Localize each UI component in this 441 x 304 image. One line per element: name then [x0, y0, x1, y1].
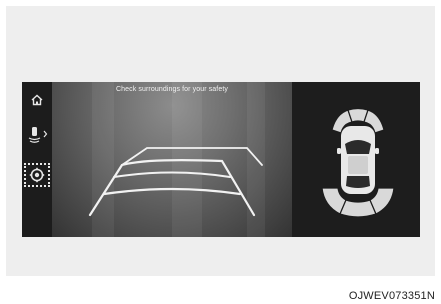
guide-near-line: [113, 171, 231, 178]
rear-camera-view: Check surroundings for your safety: [52, 82, 292, 237]
parking-sensor-display: [321, 107, 395, 218]
car-icon: [337, 126, 379, 194]
infotainment-screen: Check surroundings for your safety: [22, 82, 420, 237]
home-icon: [31, 94, 43, 106]
parking-sensor-button[interactable]: [24, 122, 50, 146]
camera-settings-button[interactable]: [24, 163, 50, 187]
guide-middle-line: [102, 187, 242, 196]
sidebar: [22, 82, 52, 237]
guide-outer-lines: [88, 159, 256, 217]
parking-sensor-panel: [292, 82, 420, 237]
home-button[interactable]: [24, 88, 50, 112]
camera-settings-icon: [29, 167, 45, 183]
parking-guide-lines: [88, 147, 263, 217]
figure-code: OJWEV073351N: [348, 290, 435, 302]
parking-sensor-icon: [28, 127, 48, 143]
chevron-right-icon: [43, 130, 48, 138]
